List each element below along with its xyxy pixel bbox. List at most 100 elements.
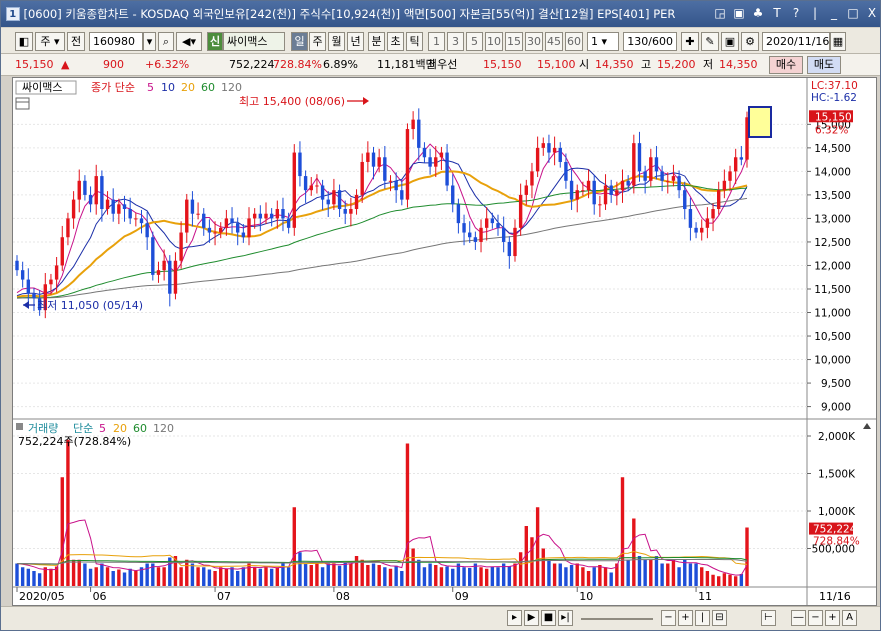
candle-body	[207, 227, 212, 233]
candle-body	[49, 279, 53, 285]
price-tick-label: 13,000	[814, 213, 851, 225]
split-icon[interactable]: ⊟	[712, 610, 727, 626]
club-icon[interactable]: ♣	[750, 6, 766, 22]
candle-body	[733, 157, 738, 172]
crosshair-icon[interactable]: ✚	[681, 32, 699, 51]
calendar-icon[interactable]: ▦	[830, 32, 846, 51]
code-dropdown-icon[interactable]: ▾	[143, 32, 156, 51]
count-input[interactable]: 130/600	[623, 32, 677, 51]
date-ticks: 2020/05 06 07 08 09 10 11	[16, 587, 712, 603]
unit-input[interactable]: 1 ▾	[587, 32, 619, 51]
maximize-icon[interactable]: □	[845, 6, 861, 22]
buy-button[interactable]: 매수	[769, 56, 803, 74]
stop-icon[interactable]: ■	[541, 610, 556, 626]
minute-3[interactable]: 3	[447, 32, 464, 51]
volume-bar	[660, 563, 664, 586]
menu-icon[interactable]: ◧	[15, 32, 33, 51]
search-icon[interactable]: ⌕	[158, 32, 174, 51]
zoom-bar-icon[interactable]: ⊢	[761, 610, 776, 626]
volume-bar	[117, 569, 121, 586]
save-icon[interactable]: ▣	[721, 32, 739, 51]
zoom-out-icon[interactable]: −	[661, 610, 676, 626]
candle-body	[151, 237, 155, 275]
candle-body	[105, 199, 110, 210]
draw-icon[interactable]: ✎	[701, 32, 719, 51]
volume-bar	[32, 571, 36, 586]
volume-bar	[196, 567, 200, 586]
sell-button[interactable]: 매도	[807, 56, 841, 74]
stock-code-input[interactable]: 160980	[89, 32, 143, 51]
period-minute[interactable]: 분	[368, 32, 385, 51]
candle-body	[501, 227, 506, 242]
close-icon[interactable]: X	[864, 6, 880, 22]
candle-body	[230, 218, 234, 224]
zoom-slider[interactable]	[581, 618, 653, 620]
fit-icon[interactable]: |	[695, 610, 710, 626]
candle-body	[190, 199, 195, 214]
minute-1[interactable]: 1	[428, 32, 445, 51]
volume-bar	[185, 559, 189, 586]
help-icon[interactable]: ?	[788, 6, 804, 22]
market-select[interactable]: 주 ▾	[35, 32, 65, 51]
play-icon[interactable]: ▶	[524, 610, 539, 626]
minute-60[interactable]: 60	[565, 32, 583, 51]
period-day[interactable]: 일	[291, 32, 308, 51]
minute-5[interactable]: 5	[466, 32, 483, 51]
volume-bar	[739, 574, 744, 586]
candle-body	[337, 190, 342, 210]
candle-body	[564, 161, 568, 181]
scroll-right-icon[interactable]: ▸	[507, 610, 522, 626]
stock-name-field[interactable]: 싸이맥스	[223, 32, 285, 51]
open-price: 14,350	[595, 58, 634, 71]
candle-body	[303, 176, 308, 191]
period-month[interactable]: 월	[328, 32, 345, 51]
chart-svg[interactable]: 9,000 9,500 10,000 10,500 11,000 11,500 12,000…	[13, 78, 876, 605]
text-icon[interactable]: T	[769, 6, 785, 22]
prev-button[interactable]: 전	[67, 32, 85, 51]
volume-bar	[586, 571, 591, 586]
date-input[interactable]: 2020/11/16	[762, 32, 830, 51]
volume-bar	[626, 559, 630, 586]
last-volume-tag: 752,224 728.84%	[809, 522, 860, 548]
candle-body	[456, 204, 461, 224]
grid-icon[interactable]: ▣	[731, 6, 747, 22]
minute-15[interactable]: 15	[505, 32, 523, 51]
layout-icon[interactable]: ◲	[712, 6, 728, 22]
last-volume-value: 752,224	[813, 524, 857, 536]
volume-bar	[258, 568, 263, 586]
speaker-icon[interactable]: ◀▾	[176, 32, 202, 51]
candle-body	[162, 260, 166, 271]
dash-icon[interactable]: ―	[791, 610, 806, 626]
period-tick[interactable]: 틱	[406, 32, 423, 51]
candle-body	[445, 152, 449, 186]
minute-30[interactable]: 30	[525, 32, 543, 51]
candle-body	[134, 218, 138, 220]
candle-body	[32, 293, 36, 299]
scroll-up-icon[interactable]	[863, 423, 871, 429]
plus-icon[interactable]: +	[825, 610, 840, 626]
volume-bar	[417, 559, 421, 586]
period-second[interactable]: 초	[387, 32, 404, 51]
end-icon[interactable]: ▸|	[558, 610, 573, 626]
zoom-in-icon[interactable]: +	[678, 610, 693, 626]
period-year[interactable]: 년	[347, 32, 364, 51]
volume-bar	[400, 571, 404, 586]
volume-bar	[26, 568, 31, 586]
minute-10[interactable]: 10	[485, 32, 503, 51]
table-icon[interactable]	[15, 97, 30, 110]
volume-bar	[241, 567, 246, 586]
last-price-pct: 6.32%	[815, 124, 848, 136]
candle-body	[569, 180, 574, 200]
auto-scale-icon[interactable]: A	[842, 610, 857, 626]
candle-body	[711, 209, 715, 219]
minute-45[interactable]: 45	[545, 32, 563, 51]
minimize-icon[interactable]: _	[826, 6, 842, 22]
volume-bar	[603, 567, 608, 586]
candle-body	[722, 180, 727, 191]
chart-area: 9,000 9,500 10,000 10,500 11,000 11,500 12,000…	[12, 77, 877, 606]
minus-icon[interactable]: −	[808, 610, 823, 626]
settings-icon[interactable]: ⚙	[741, 32, 759, 51]
candle-body	[196, 213, 200, 215]
period-week[interactable]: 주	[309, 32, 326, 51]
candle-body	[439, 152, 444, 158]
